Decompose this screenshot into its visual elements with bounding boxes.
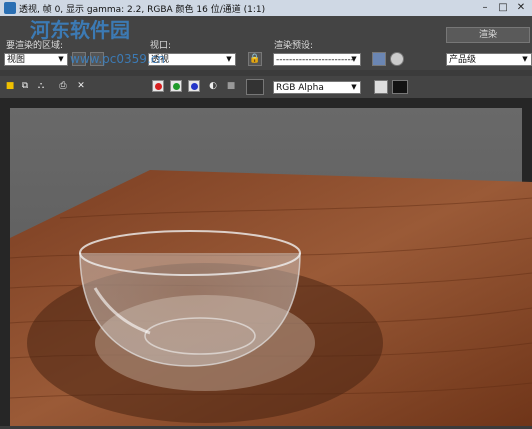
watermark-logo: 河东软件园 (30, 18, 130, 42)
clone-window-icon[interactable]: ⛬ (36, 81, 46, 92)
overlay-toggle-icon[interactable] (374, 80, 388, 94)
area-select[interactable]: 视图 ▼ (4, 53, 68, 66)
chevron-down-icon: ▼ (351, 55, 357, 63)
save-image-icon[interactable]: ■ (5, 81, 15, 92)
preset-label: 渲染预设: (274, 41, 314, 51)
environment-icon[interactable] (390, 52, 404, 66)
chevron-down-icon: ▼ (522, 55, 528, 63)
app-icon (4, 2, 16, 14)
chevron-down-icon: ▼ (351, 83, 357, 91)
preset-select-value: ------------------------ (276, 55, 354, 65)
window-title: 透视, 帧 0, 显示 gamma: 2.2, RGBA 颜色 16 位/通道 … (19, 4, 266, 15)
frame-toolbar: ■ ⧉ ⛬ ⎙ ✕ ◐ ■ RGB Alpha ▼ (0, 76, 532, 98)
green-channel-toggle[interactable] (170, 80, 182, 92)
copy-image-icon[interactable]: ⧉ (20, 81, 30, 92)
area-select-value: 视图 (7, 55, 26, 65)
chevron-down-icon: ▼ (226, 55, 232, 63)
channel-select[interactable]: RGB Alpha ▼ (273, 81, 361, 94)
green-dot-icon (172, 82, 180, 90)
quality-select[interactable]: 产品级 ▼ (446, 53, 532, 66)
chevron-down-icon: ▼ (58, 55, 64, 63)
minimize-icon[interactable]: – (476, 1, 494, 14)
monochrome-icon[interactable]: ◐ (208, 81, 218, 92)
red-channel-toggle[interactable] (152, 80, 164, 92)
watermark-url: www.pc0359.cn (70, 52, 165, 66)
blue-dot-icon (190, 82, 198, 90)
blue-channel-toggle[interactable] (188, 80, 200, 92)
rendered-frame (0, 98, 532, 426)
preset-select[interactable]: ------------------------ ▼ (273, 53, 361, 66)
render-image (9, 108, 532, 426)
print-icon[interactable]: ⎙ (58, 81, 68, 92)
display-toggle-icon[interactable] (392, 80, 408, 94)
color-swatch[interactable] (246, 79, 264, 95)
channel-select-value: RGB Alpha (276, 83, 324, 93)
quality-select-value: 产品级 (449, 55, 477, 65)
lock-icon[interactable]: 🔒 (248, 52, 262, 66)
close-icon[interactable]: ✕ (512, 1, 530, 14)
render-button[interactable]: 渲染 (446, 27, 530, 43)
checker-icon[interactable]: ■ (226, 81, 236, 92)
render-setup-icon[interactable] (372, 52, 386, 66)
red-dot-icon (154, 82, 162, 90)
clear-icon[interactable]: ✕ (76, 81, 86, 92)
maximize-icon[interactable]: □ (494, 1, 512, 14)
viewport-label: 视口: (150, 41, 172, 51)
